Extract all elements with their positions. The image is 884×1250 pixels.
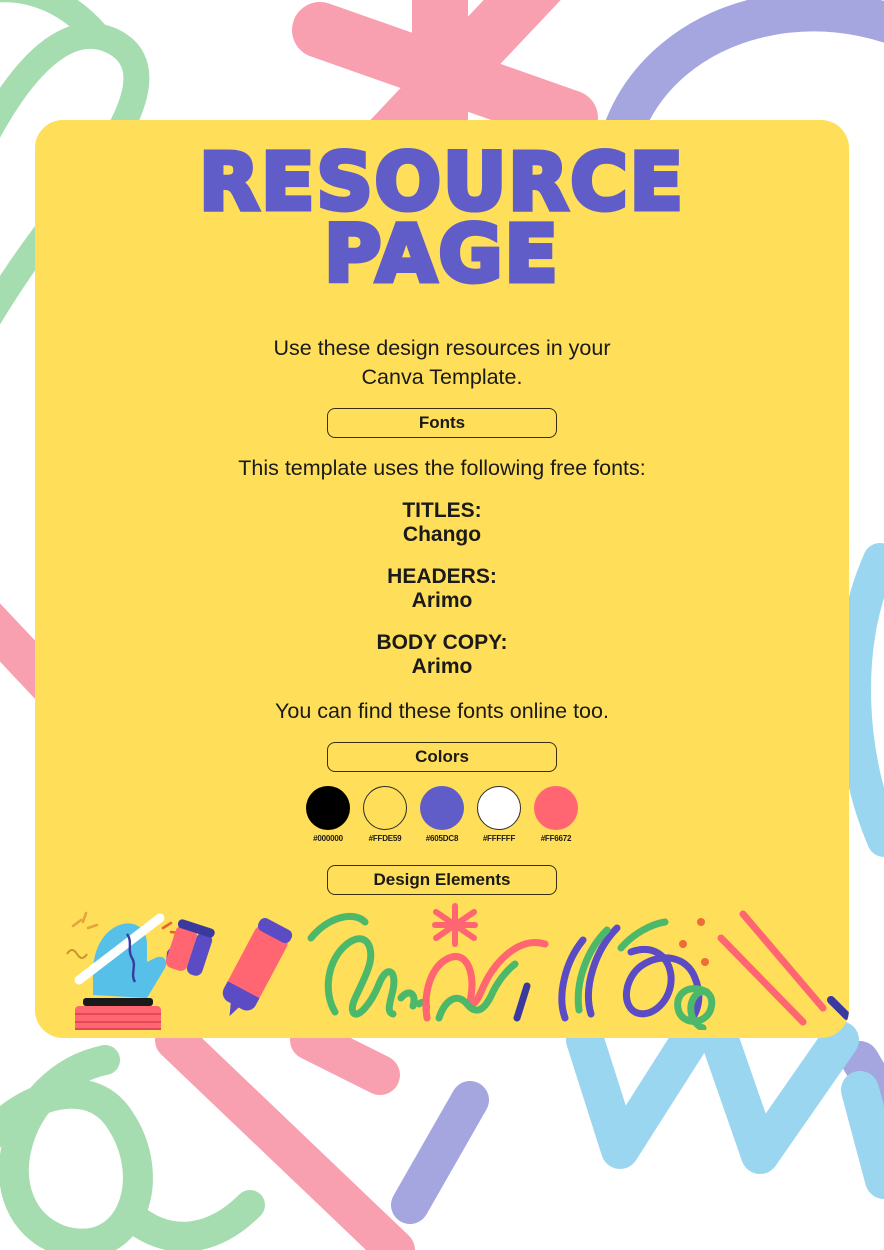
fonts-lead-text: This template uses the following free fo… [238, 456, 646, 480]
colors-section-header: Colors [35, 742, 849, 772]
font-group-headers: HEADERS: Arimo [35, 565, 849, 613]
color-swatch-dot-4 [477, 786, 521, 830]
intro-line-1: Use these design resources in your [273, 336, 611, 360]
page-title: RESOURCE PAGE [35, 138, 849, 300]
fonts-footer-text: You can find these fonts online too. [275, 699, 609, 723]
blue-curve-right-mid [837, 543, 884, 857]
design-elements-section-header: Design Elements [35, 865, 849, 895]
fonts-section-header: Fonts [35, 408, 849, 438]
color-swatch-dot-5 [534, 786, 578, 830]
purple-dash-bottom-center [391, 1081, 489, 1224]
font-group-body-value: Arimo [411, 655, 473, 678]
blue-zigzag-bottom-right [566, 1021, 884, 1199]
font-group-headers-label: HEADERS: [387, 565, 497, 588]
fonts-button[interactable]: Fonts [327, 408, 557, 438]
highlighter-markers-illustration [165, 918, 293, 1017]
intro-line-2: Canva Template. [361, 365, 523, 389]
design-elements-row [66, 903, 849, 1030]
hand-holding-pen-illustration [66, 911, 184, 1030]
page-title-line1: RESOURCE [197, 138, 686, 228]
font-group-titles: TITLES: Chango [35, 499, 849, 547]
color-swatch[interactable]: #605DC8 [418, 786, 467, 843]
color-swatch-list: #000000 #FFDE59 #605DC8 #FFFFFF #FF6672 [35, 786, 849, 843]
color-swatch[interactable]: #FF6672 [532, 786, 581, 843]
color-swatch[interactable]: #FFDE59 [361, 786, 410, 843]
font-group-titles-label: TITLES: [402, 499, 482, 522]
purple-loops-doodle [558, 918, 709, 1024]
color-swatch-label-5: #FF6672 [540, 834, 572, 843]
font-group-body: BODY COPY: Arimo [35, 631, 849, 679]
color-swatch-label-3: #605DC8 [425, 834, 459, 843]
color-swatch-label-2: #FFDE59 [368, 834, 402, 843]
font-list: TITLES: Chango HEADERS: Arimo BODY COPY:… [35, 499, 849, 679]
colors-button[interactable]: Colors [327, 742, 557, 772]
color-swatch-label-1: #000000 [313, 834, 343, 843]
color-swatch[interactable]: #FFFFFF [475, 786, 524, 843]
pink-star-top-center [292, 0, 598, 168]
font-group-titles-value: Chango [402, 523, 482, 546]
color-swatch-dot-3 [420, 786, 464, 830]
font-group-body-label: BODY COPY: [376, 631, 508, 654]
pink-star-doodle [422, 903, 549, 1022]
pink-diagonal-bottom-2 [290, 1020, 400, 1095]
color-swatch[interactable]: #000000 [304, 786, 353, 843]
card-body: Use these design resources in your Canva… [35, 334, 849, 895]
color-swatch-label-4: #FFFFFF [482, 834, 516, 843]
color-swatch-dot-1 [306, 786, 350, 830]
page-title-line2: PAGE [322, 209, 561, 300]
green-loop-tail [115, 1190, 265, 1250]
green-scribble-doodle [307, 912, 430, 1018]
font-group-headers-value: Arimo [411, 589, 473, 612]
color-swatch-dot-2 [363, 786, 407, 830]
green-swirl-tail [0, 0, 109, 47]
design-elements-button[interactable]: Design Elements [327, 865, 557, 895]
pink-lines-doodle [674, 910, 849, 1030]
resource-card: RESOURCE PAGE Use these design resources… [35, 120, 849, 1038]
